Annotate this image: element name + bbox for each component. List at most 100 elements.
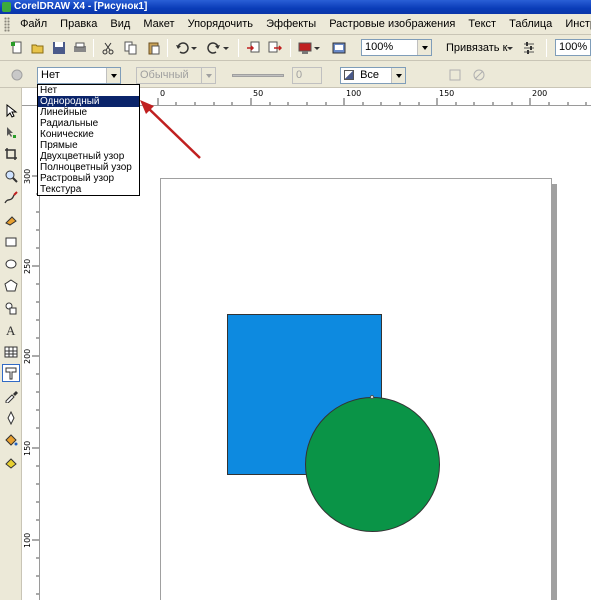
- table-tool-icon[interactable]: [2, 343, 20, 361]
- transparency-target-value: Все: [360, 69, 380, 81]
- snap-to-label[interactable]: Привязать к: [446, 39, 507, 57]
- launcher-dropdown-icon[interactable]: [312, 39, 322, 57]
- welcome-screen-icon[interactable]: [330, 39, 348, 57]
- blend-mode-value: Обычный: [140, 69, 189, 81]
- chevron-down-icon[interactable]: [201, 68, 215, 83]
- blend-mode-combo[interactable]: Обычный: [136, 67, 216, 84]
- interactive-transparency-tool-icon[interactable]: [2, 364, 20, 382]
- menu-bitmaps[interactable]: Растровые изображения: [324, 14, 460, 34]
- chevron-down-icon[interactable]: [391, 68, 405, 83]
- toolbar-separator: [290, 39, 291, 57]
- transparency-type-dropdown-list: Нет Однородный Линейные Радиальные Конич…: [37, 84, 140, 196]
- toolbar-separator: [167, 39, 168, 57]
- cut-icon[interactable]: [99, 39, 117, 57]
- page-shadow: [552, 184, 557, 600]
- ruler-label: 300: [23, 168, 32, 184]
- outline-pen-tool-icon[interactable]: [2, 409, 20, 427]
- dropdown-option-radial[interactable]: Радиальные: [38, 118, 139, 129]
- dropdown-option-square[interactable]: Прямые: [38, 140, 139, 151]
- transparency-type-value: Нет: [41, 69, 60, 81]
- menu-table[interactable]: Таблица: [504, 14, 557, 34]
- ruler-label: 250: [23, 258, 32, 274]
- ruler-label: 200: [23, 348, 32, 364]
- paste-icon[interactable]: [145, 39, 163, 57]
- transparency-tool-indicator-icon: [8, 66, 26, 84]
- dropdown-option-conical[interactable]: Конические: [38, 129, 139, 140]
- ruler-label: 50: [253, 89, 264, 98]
- export-icon[interactable]: [266, 39, 284, 57]
- green-circle-shape[interactable]: [305, 397, 440, 532]
- chevron-down-icon[interactable]: [417, 40, 431, 55]
- freeze-transparency-icon[interactable]: [446, 66, 464, 84]
- new-document-icon[interactable]: [8, 39, 26, 57]
- undo-dropdown-icon[interactable]: [189, 39, 199, 57]
- menubar-grip-icon[interactable]: [4, 17, 10, 32]
- smart-fill-tool-icon[interactable]: [2, 211, 20, 229]
- toolbar-separator: [93, 39, 94, 57]
- dropdown-option-linear[interactable]: Линейные: [38, 107, 139, 118]
- toolbar-separator: [238, 39, 239, 57]
- copy-icon[interactable]: [122, 39, 140, 57]
- print-icon[interactable]: [71, 39, 89, 57]
- dropdown-option-uniform[interactable]: Однородный: [38, 96, 139, 107]
- menu-view[interactable]: Вид: [105, 14, 135, 34]
- redo-dropdown-icon[interactable]: [221, 39, 231, 57]
- save-icon[interactable]: [50, 39, 68, 57]
- dropdown-option-bitmap-pattern[interactable]: Растровый узор: [38, 173, 139, 184]
- menu-text[interactable]: Текст: [463, 14, 501, 34]
- annotation-arrow-icon: [140, 100, 201, 159]
- menu-file[interactable]: Файл: [15, 14, 52, 34]
- coreldraw-app-icon: [2, 2, 11, 12]
- fill-tool-icon[interactable]: [2, 431, 20, 449]
- menu-layout[interactable]: Макет: [138, 14, 179, 34]
- menu-arrange[interactable]: Упорядочить: [183, 14, 258, 34]
- standard-toolbar: 100% Привязать к 100%: [0, 35, 591, 61]
- import-icon[interactable]: [244, 39, 262, 57]
- window-title: CorelDRAW X4 - [Рисунок1]: [14, 1, 148, 12]
- ellipse-tool-icon[interactable]: [2, 255, 20, 273]
- crop-tool-icon[interactable]: [2, 145, 20, 163]
- freehand-tool-icon[interactable]: [2, 189, 20, 207]
- dropdown-option-two-color-pattern[interactable]: Двухцветный узор: [38, 151, 139, 162]
- ruler-label: 150: [23, 440, 32, 456]
- zoom-tool-icon[interactable]: [2, 167, 20, 185]
- menu-edit[interactable]: Правка: [55, 14, 102, 34]
- title-bar: CorelDRAW X4 - [Рисунок1]: [0, 0, 591, 14]
- zoom-level-2-value: 100%: [559, 41, 588, 53]
- dropdown-option-texture[interactable]: Текстура: [38, 184, 139, 195]
- menu-bar: Файл Правка Вид Макет Упорядочить Эффект…: [0, 14, 591, 35]
- ellipse-node-handle[interactable]: [370, 395, 374, 399]
- snap-dropdown-icon[interactable]: [505, 39, 515, 57]
- eyedropper-tool-icon[interactable]: [2, 387, 20, 405]
- options-icon[interactable]: [520, 39, 538, 57]
- ruler-label: 100: [23, 532, 32, 548]
- basic-shapes-tool-icon[interactable]: [2, 299, 20, 317]
- open-folder-icon[interactable]: [29, 39, 47, 57]
- transparency-target-combo[interactable]: Все: [340, 67, 406, 84]
- transparency-value: 0: [296, 69, 303, 81]
- svg-text:A: A: [6, 323, 16, 337]
- ruler-label: 200: [532, 89, 548, 98]
- text-tool-icon[interactable]: A: [2, 321, 20, 339]
- polygon-tool-icon[interactable]: [2, 277, 20, 295]
- menu-tools[interactable]: Инструменты: [560, 14, 591, 34]
- interactive-fill-tool-icon[interactable]: [2, 453, 20, 471]
- toolbar-separator: [546, 39, 547, 57]
- clear-transparency-icon[interactable]: [470, 66, 488, 84]
- ruler-label: 100: [346, 89, 362, 98]
- transparency-value-field[interactable]: 0: [292, 67, 322, 84]
- fill-outline-icon: [344, 70, 354, 81]
- rectangle-tool-icon[interactable]: [2, 233, 20, 251]
- zoom-level-value: 100%: [365, 41, 394, 53]
- transparency-type-combo[interactable]: Нет: [37, 67, 121, 84]
- zoom-level-combo[interactable]: 100%: [361, 39, 432, 56]
- zoom-combo-2[interactable]: 100%: [555, 39, 591, 56]
- chevron-down-icon[interactable]: [106, 68, 120, 83]
- shape-tool-icon[interactable]: [2, 124, 20, 142]
- ruler-label: 150: [439, 89, 455, 98]
- menu-effects[interactable]: Эффекты: [261, 14, 321, 34]
- dropdown-option-full-color-pattern[interactable]: Полноцветный узор: [38, 162, 139, 173]
- dropdown-option-none[interactable]: Нет: [38, 85, 139, 96]
- transparency-slider[interactable]: [232, 74, 284, 77]
- pick-tool-icon[interactable]: [2, 102, 20, 120]
